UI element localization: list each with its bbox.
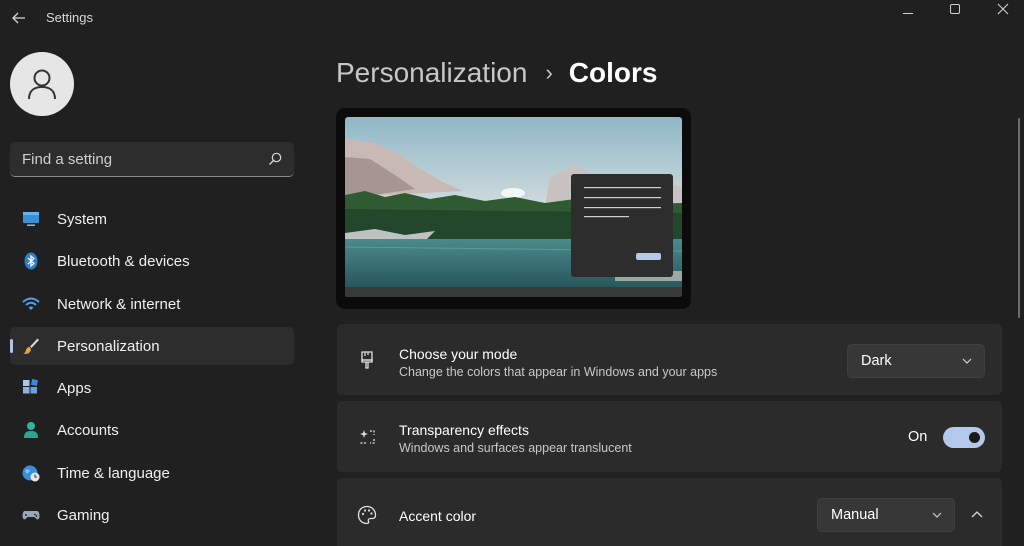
close-button[interactable]	[980, 0, 1024, 18]
sidebar-item-apps[interactable]: Apps	[10, 369, 294, 407]
sidebar-item-time-language[interactable]: Time & language	[10, 454, 294, 492]
search-icon[interactable]	[268, 152, 282, 166]
back-button[interactable]	[6, 4, 32, 32]
setting-title: Choose your mode	[399, 346, 518, 362]
transparency-toggle[interactable]	[943, 427, 985, 448]
chevron-up-icon[interactable]	[970, 509, 984, 519]
sidebar-item-accounts[interactable]: Accounts	[10, 411, 294, 449]
sidebar-item-label: Personalization	[57, 337, 160, 355]
globe-clock-icon	[22, 465, 40, 482]
minimize-button[interactable]	[885, 0, 931, 18]
transparency-setting-card: Transparency effects Windows and surface…	[337, 401, 1002, 472]
search-input[interactable]	[22, 142, 252, 176]
bluetooth-icon	[24, 252, 38, 270]
sidebar-item-network[interactable]: Network & internet	[10, 285, 294, 323]
setting-description: Change the colors that appear in Windows…	[399, 365, 718, 379]
sidebar-item-personalization[interactable]: Personalization	[10, 326, 294, 365]
app-title: Settings	[46, 10, 93, 25]
sidebar-nav: System Bluetooth & devices Network & int…	[10, 200, 294, 538]
chevron-down-icon	[962, 358, 972, 364]
sidebar-item-gaming[interactable]: Gaming	[10, 496, 294, 534]
sidebar-item-label: Gaming	[57, 507, 110, 525]
sidebar-item-label: Bluetooth & devices	[57, 253, 190, 271]
page-title: Colors	[568, 57, 658, 88]
gamepad-icon	[22, 511, 40, 520]
breadcrumb-parent[interactable]: Personalization	[336, 57, 527, 89]
toggle-state-label: On	[908, 429, 928, 445]
person-icon	[24, 422, 38, 439]
sparkle-frame-icon	[360, 430, 375, 444]
monitor-icon	[23, 212, 39, 226]
sidebar-item-bluetooth[interactable]: Bluetooth & devices	[10, 242, 294, 280]
setting-description: Windows and surfaces appear translucent	[399, 441, 632, 455]
search-box	[10, 142, 294, 177]
brush-icon	[23, 338, 39, 354]
close-icon	[997, 3, 1009, 15]
wifi-icon	[22, 297, 40, 310]
setting-title: Transparency effects	[399, 422, 529, 438]
accent-color-setting-card: Accent color Manual	[337, 478, 1002, 546]
setting-title: Accent color	[399, 508, 477, 524]
maximize-icon	[950, 4, 960, 14]
dropdown-value: Manual	[831, 507, 879, 523]
sidebar-item-label: System	[57, 211, 108, 228]
mode-dropdown[interactable]: Dark	[847, 344, 985, 378]
selection-indicator	[10, 338, 13, 353]
sidebar-item-label: Accounts	[57, 422, 119, 440]
theme-preview	[336, 108, 691, 309]
mode-setting-card: Choose your mode Change the colors that …	[337, 324, 1002, 395]
minimize-icon	[903, 13, 913, 14]
sidebar-item-label: Apps	[57, 380, 92, 398]
breadcrumb-separator: ›	[545, 60, 553, 85]
user-icon	[28, 69, 56, 100]
avatar[interactable]	[10, 52, 74, 116]
toggle-knob	[969, 432, 980, 443]
palette-icon	[357, 505, 377, 525]
scrollbar[interactable]	[1018, 118, 1020, 318]
accent-color-dropdown[interactable]: Manual	[817, 498, 955, 532]
breadcrumb: Personalization › Colors	[336, 56, 657, 90]
wallpaper-preview-image	[345, 117, 682, 297]
back-arrow-icon	[12, 12, 25, 24]
sidebar-item-system[interactable]: System	[10, 200, 294, 238]
title-bar: Settings	[0, 0, 1024, 36]
apps-icon	[23, 379, 39, 394]
sidebar-item-label: Time & language	[57, 464, 170, 482]
paintbrush-icon	[361, 351, 373, 369]
dropdown-value: Dark	[861, 353, 892, 369]
sidebar-item-label: Network & internet	[57, 295, 181, 313]
maximize-button[interactable]	[932, 0, 978, 18]
chevron-down-icon	[932, 512, 942, 518]
